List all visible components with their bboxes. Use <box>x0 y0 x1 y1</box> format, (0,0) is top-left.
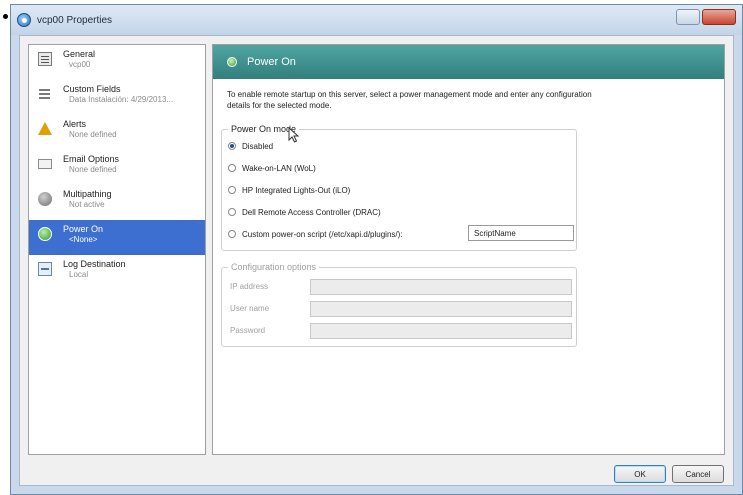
sidebar-item-label: Log Destination <box>63 259 126 269</box>
sidebar-item-custom-fields[interactable]: Custom Fields Data Instalación: 4/29/201… <box>29 80 205 115</box>
password-input[interactable] <box>310 323 572 339</box>
config-legend: Configuration options <box>228 262 320 272</box>
help-button[interactable] <box>676 9 700 25</box>
sidebar-item-alerts[interactable]: Alerts None defined <box>29 115 205 150</box>
sidebar-item-sub: vcp00 <box>69 60 91 69</box>
sidebar-item-sub: Not active <box>69 200 105 209</box>
alert-icon <box>38 122 52 135</box>
general-icon <box>38 52 52 66</box>
sidebar-item-sub: None defined <box>69 165 117 174</box>
power-on-icon <box>38 227 52 241</box>
radio-disabled[interactable]: Disabled <box>228 140 273 152</box>
user-name-label: User name <box>230 304 270 313</box>
radio-custom-script[interactable]: Custom power-on script (/etc/xapi.d/plug… <box>228 228 403 240</box>
radio-label: Custom power-on script (/etc/xapi.d/plug… <box>242 229 403 239</box>
radio-wake-on-lan[interactable]: Wake-on-LAN (WoL) <box>228 162 316 174</box>
sidebar-item-email-options[interactable]: Email Options None defined <box>29 150 205 185</box>
sidebar-item-label: Multipathing <box>63 189 112 199</box>
panel-title: Power On <box>247 56 296 68</box>
ip-address-input[interactable] <box>310 279 572 295</box>
sidebar-item-label: Power On <box>63 224 104 234</box>
log-destination-icon <box>38 262 52 276</box>
sidebar-item-sub: Local <box>69 270 89 279</box>
power-on-panel: Power On To enable remote startup on thi… <box>212 44 725 455</box>
sidebar-item-label: Alerts <box>63 119 87 129</box>
window-title: vcp00 Properties <box>37 14 113 26</box>
radio-button[interactable] <box>228 230 236 238</box>
sidebar-item-sub: <None> <box>69 235 98 244</box>
title-bar[interactable]: vcp00 Properties <box>11 5 742 35</box>
power-on-icon <box>227 57 237 67</box>
sidebar-item-multipathing[interactable]: Multipathing Not active <box>29 185 205 220</box>
sidebar-item-sub: None defined <box>69 130 117 139</box>
sidebar-item-label: General <box>63 49 96 59</box>
radio-label: Disabled <box>242 141 274 151</box>
power-mode-group: Power On mode Disabled Wake-on-LAN (WoL)… <box>221 124 577 251</box>
bullet-marker <box>3 14 8 19</box>
sidebar-item-general[interactable]: General vcp00 <box>29 45 205 80</box>
sidebar-item-label: Email Options <box>63 154 120 164</box>
sidebar-item-power-on[interactable]: Power On <None> <box>29 220 205 255</box>
email-icon <box>38 159 52 169</box>
script-name-input[interactable] <box>468 225 574 241</box>
password-label: Password <box>230 326 266 335</box>
close-button[interactable] <box>702 9 736 25</box>
ip-address-label: IP address <box>230 282 269 291</box>
radio-button[interactable] <box>228 164 236 172</box>
sidebar-item-sub: Data Instalación: 4/29/2013... <box>69 95 174 104</box>
ok-button[interactable]: OK <box>614 465 666 483</box>
radio-button[interactable] <box>228 208 236 216</box>
configuration-options-group: Configuration options IP address User na… <box>221 262 577 347</box>
radio-button[interactable] <box>228 142 236 150</box>
radio-label: Wake-on-LAN (WoL) <box>242 163 316 173</box>
app-icon <box>17 13 31 27</box>
radio-button[interactable] <box>228 186 236 194</box>
sidebar-item-log-destination[interactable]: Log Destination Local <box>29 255 205 290</box>
radio-dell-drac[interactable]: Dell Remote Access Controller (DRAC) <box>228 206 381 218</box>
multipathing-icon <box>38 192 52 206</box>
window-controls <box>676 9 736 25</box>
radio-label: HP Integrated Lights-Out (iLO) <box>242 185 351 195</box>
cancel-button[interactable]: Cancel <box>672 465 724 483</box>
custom-fields-icon <box>38 87 52 101</box>
user-name-input[interactable] <box>310 301 572 317</box>
panel-header: Power On <box>213 45 724 79</box>
dialog-client-area: General vcp00 Custom Fields Data Instala… <box>19 35 734 486</box>
properties-window: vcp00 Properties General vcp00 Custom Fi… <box>10 4 743 495</box>
settings-sidebar: General vcp00 Custom Fields Data Instala… <box>28 44 206 455</box>
radio-label: Dell Remote Access Controller (DRAC) <box>242 207 381 217</box>
sidebar-item-label: Custom Fields <box>63 84 121 94</box>
radio-hp-ilo[interactable]: HP Integrated Lights-Out (iLO) <box>228 184 350 196</box>
panel-description: To enable remote startup on this server,… <box>227 90 592 110</box>
